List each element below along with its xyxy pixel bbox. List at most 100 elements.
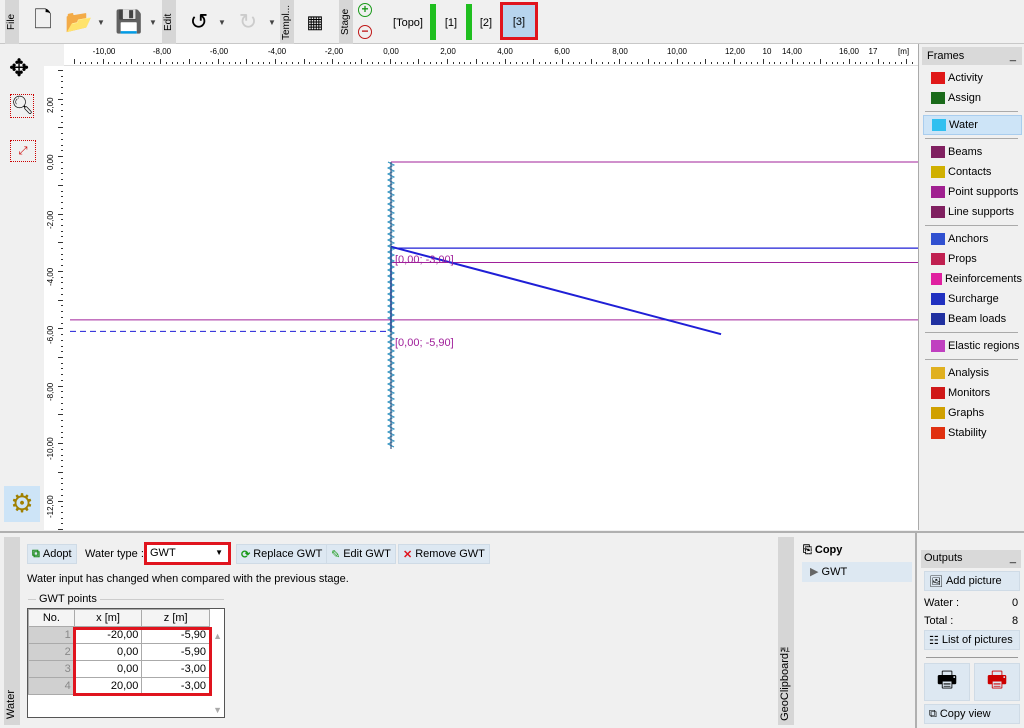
total-count: 8: [1012, 615, 1019, 627]
frame-item-anchors[interactable]: Anchors: [923, 229, 1022, 249]
frame-item-monitors[interactable]: Monitors: [923, 383, 1022, 403]
y-tick-label: -6,00: [46, 325, 55, 344]
redo-icon[interactable]: ↻: [233, 6, 263, 38]
chevron-down-icon[interactable]: ▼: [97, 18, 105, 27]
copy-icon: ⎘: [803, 544, 812, 556]
adopt-label: Adopt: [42, 548, 72, 560]
chevron-down-icon[interactable]: ▼: [268, 18, 276, 27]
frame-item-graphs[interactable]: Graphs: [923, 403, 1022, 423]
main-toolbar: File 🗋 📂 ▼ 💾 ▼ Edit ↺ ▼ ↻ ▼ Templ... ▦ S…: [0, 0, 1024, 44]
collapse-button[interactable]: _: [1010, 47, 1016, 65]
copy-view-button[interactable]: ⧉ Copy view: [924, 704, 1020, 724]
clipboard-item-gwt[interactable]: ▶ GWT: [802, 562, 912, 582]
water-type-select[interactable]: GWT ▼: [144, 542, 231, 565]
frame-item-line-supports[interactable]: Line supports: [923, 202, 1022, 222]
x-tick-label: 0,00: [383, 47, 399, 56]
add-stage-icon[interactable]: +: [358, 3, 372, 17]
y-tick-label: -12,00: [46, 495, 55, 519]
templates-icon[interactable]: ▦: [300, 6, 330, 38]
remove-gwt-button[interactable]: ✕ Remove GWT: [398, 544, 490, 564]
monitors-icon: [931, 387, 945, 399]
edit-gwt-button[interactable]: ✎ Edit GWT: [326, 544, 396, 564]
row-number: 4: [28, 677, 75, 695]
print-pdf-button[interactable]: 🖶: [974, 663, 1020, 701]
column-header: z [m]: [141, 609, 210, 627]
stage-1[interactable]: [1]: [438, 8, 464, 38]
drawing-canvas[interactable]: [0,00; -3,00] [0,00; -5,90]: [64, 66, 918, 530]
elastic-regions-icon: [931, 340, 945, 352]
frame-item-label: Beams: [948, 146, 983, 158]
outputs-header: Outputs _: [921, 550, 1021, 568]
edit-menu[interactable]: Edit: [162, 0, 176, 44]
water-icon: [932, 119, 946, 131]
copy-label: Copy: [814, 544, 843, 556]
water-type-label: Water type :: [85, 548, 144, 560]
frame-item-analysis[interactable]: Analysis: [923, 363, 1022, 383]
x-tick-label: -10,00: [92, 47, 116, 56]
column-header: No.: [28, 609, 75, 627]
print-button[interactable]: 🖶: [924, 663, 970, 701]
printer-pdf-icon: 🖶: [986, 667, 1008, 692]
x-tick-label: -8,00: [152, 47, 172, 56]
frame-item-assign[interactable]: Assign: [923, 88, 1022, 108]
frame-item-reinforcements[interactable]: Reinforcements: [923, 269, 1022, 289]
frame-item-stability[interactable]: Stability: [923, 423, 1022, 443]
stage-indicator: [430, 4, 436, 40]
copy-header: ⎘ Copy: [803, 544, 842, 557]
remove-stage-icon[interactable]: −: [358, 25, 372, 39]
stage-topo[interactable]: [Topo]: [388, 8, 428, 38]
scroll-down-icon[interactable]: ▼: [213, 705, 222, 715]
zoom-icon[interactable]: 🔍︎: [10, 94, 34, 118]
zoom-extents-icon[interactable]: ⤢: [10, 140, 36, 162]
point-label: [0,00; -3,00]: [395, 254, 454, 266]
stage-2[interactable]: [2]: [474, 8, 498, 38]
open-file-icon[interactable]: 📂: [64, 6, 94, 38]
frame-item-contacts[interactable]: Contacts: [923, 162, 1022, 182]
x-tick-label: 10,00: [666, 47, 688, 56]
x-tick-label: 10: [762, 47, 772, 56]
frame-item-beam-loads[interactable]: Beam loads: [923, 309, 1022, 329]
templates-menu[interactable]: Templ...: [280, 0, 294, 44]
adopt-button[interactable]: ⧉ Adopt: [27, 544, 77, 564]
x-tick-label: 2,00: [440, 47, 456, 56]
new-file-icon[interactable]: 🗋: [28, 6, 58, 38]
undo-icon[interactable]: ↺: [184, 6, 214, 38]
list-of-pictures-label: List of pictures: [941, 634, 1013, 646]
frame-item-beams[interactable]: Beams: [923, 142, 1022, 162]
table-header: No. x [m] z [m]: [28, 609, 210, 627]
add-picture-button[interactable]: 🖼︎ Add picture: [924, 571, 1020, 591]
chevron-down-icon[interactable]: ▼: [149, 18, 157, 27]
frame-item-point-supports[interactable]: Point supports: [923, 182, 1022, 202]
frame-item-label: Monitors: [948, 387, 991, 399]
frame-item-surcharge[interactable]: Surcharge: [923, 289, 1022, 309]
column-header: x [m]: [73, 609, 143, 627]
frame-item-elastic-regions[interactable]: Elastic regions: [923, 336, 1022, 356]
anchors-icon: [931, 233, 945, 245]
collapse-button[interactable]: _: [1010, 552, 1016, 564]
y-tick-label: -8,00: [46, 382, 55, 402]
frame-item-props[interactable]: Props: [923, 249, 1022, 269]
copy-view-label: Copy view: [939, 708, 991, 720]
copy-view-icon: ⧉: [929, 707, 937, 720]
save-icon[interactable]: 💾: [114, 6, 144, 38]
frame-item-label: Point supports: [948, 186, 1019, 198]
refresh-icon: ⟳: [241, 548, 251, 561]
replace-gwt-button[interactable]: ⟳ Replace GWT: [236, 544, 328, 564]
frame-item-activity[interactable]: Activity: [923, 68, 1022, 88]
stage-3[interactable]: [3]: [500, 2, 538, 40]
scroll-up-icon[interactable]: ▲: [213, 631, 222, 641]
x-tick-label: -2,00: [324, 47, 344, 56]
point-label: [0,00; -5,90]: [395, 337, 454, 349]
y-tick-label: -10,00: [46, 438, 55, 461]
horizontal-ruler: -10,00 -8,00 -6,00 -4,00 -2,00 0,00 2,00 4,00 6,…: [64, 44, 919, 66]
chevron-down-icon[interactable]: ▼: [218, 18, 226, 27]
surcharge-icon: [931, 293, 945, 305]
file-menu[interactable]: File: [5, 0, 19, 44]
x-tick-label: 8,00: [612, 47, 628, 56]
list-of-pictures-button[interactable]: ☷ List of pictures: [924, 630, 1020, 650]
x-tick-label: 4,00: [497, 47, 513, 56]
settings-gear-icon[interactable]: ⚙: [4, 486, 40, 522]
frame-item-water[interactable]: Water: [923, 115, 1022, 135]
pan-icon[interactable]: ✥: [9, 54, 29, 83]
clipboard-side-label: GeoClipboard™: [779, 641, 791, 721]
